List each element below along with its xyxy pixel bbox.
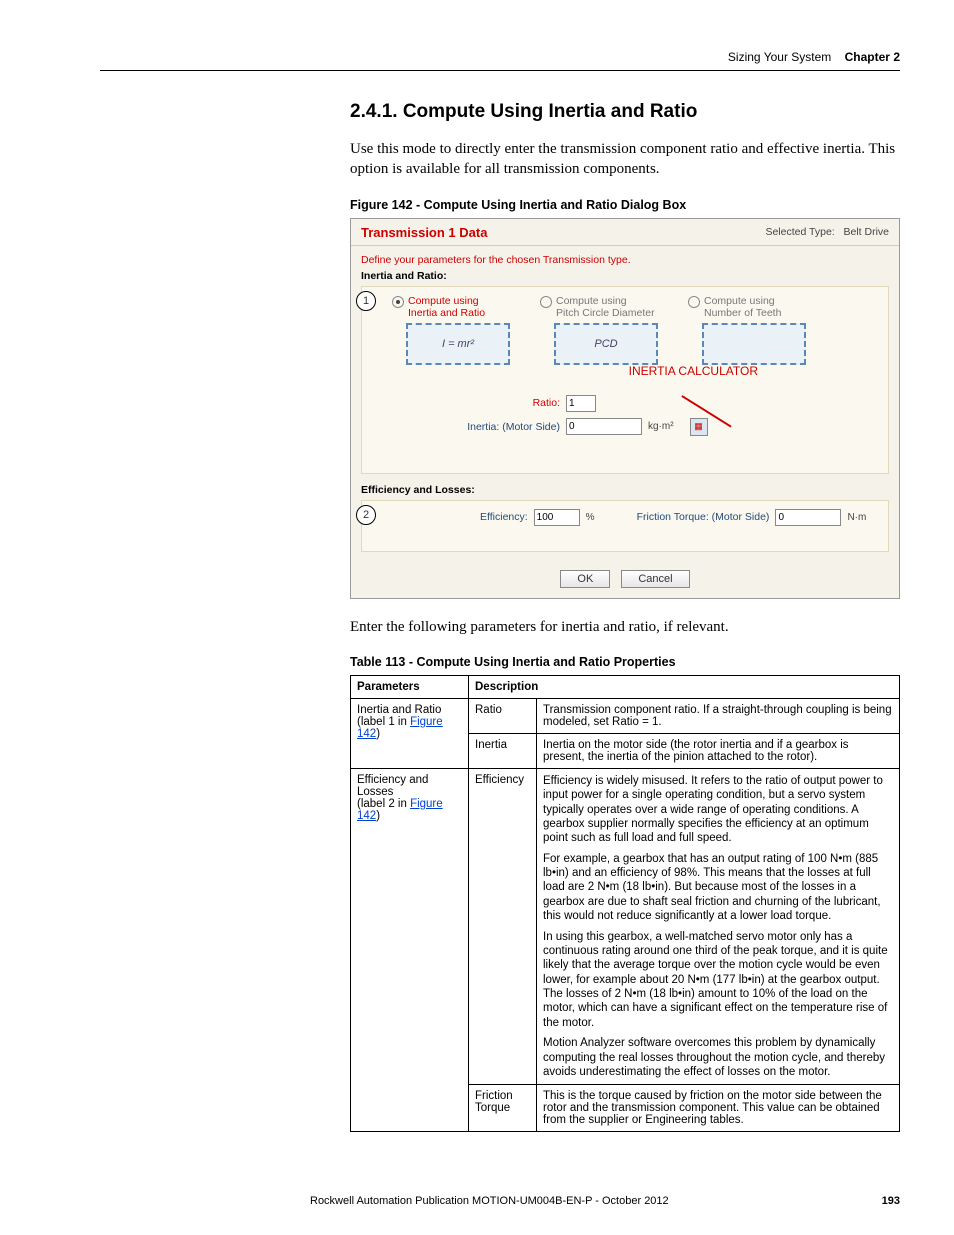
footer-publication: Rockwell Automation Publication MOTION-U… xyxy=(310,1195,669,1207)
intro-paragraph: Use this mode to directly enter the tran… xyxy=(350,139,900,180)
selected-type-label: Selected Type: xyxy=(765,226,834,238)
row-inertia-name: Inertia xyxy=(469,733,537,768)
ok-button[interactable]: OK xyxy=(560,570,610,588)
row-inertia-desc: Inertia on the motor side (the rotor ine… xyxy=(537,733,900,768)
param-efficiency-losses: Efficiency and Losses (label 2 in Figure… xyxy=(351,768,469,1132)
dialog-box: Transmission 1 Data Selected Type: Belt … xyxy=(350,218,900,599)
row-friction-desc: This is the torque caused by friction on… xyxy=(537,1085,900,1132)
mode-inertia-ratio-label: Compute using Inertia and Ratio xyxy=(408,295,485,319)
mode-pcd-label: Compute using Pitch Circle Diameter xyxy=(556,295,655,319)
properties-table: Parameters Description Inertia and Ratio… xyxy=(350,675,900,1133)
param-inertia-ratio: Inertia and Ratio (label 1 in Figure 142… xyxy=(351,698,469,768)
efficiency-unit: % xyxy=(586,512,595,523)
ratio-label: Ratio: xyxy=(450,397,560,409)
dialog-instruction: Define your parameters for the chosen Tr… xyxy=(351,246,899,268)
inertia-calc-annotation: INERTIA CALCULATOR xyxy=(629,365,758,378)
efficiency-input[interactable] xyxy=(534,509,580,526)
post-figure-text: Enter the following parameters for inert… xyxy=(350,617,900,637)
callout-2: 2 xyxy=(356,505,376,525)
col-parameters: Parameters xyxy=(351,675,469,698)
header-section: Sizing Your System xyxy=(728,50,831,64)
callout-1: 1 xyxy=(356,291,376,311)
row-efficiency-desc: Efficiency is widely misused. It refers … xyxy=(537,768,900,1085)
mode-teeth-label: Compute using Number of Teeth xyxy=(704,295,781,319)
friction-torque-label: Friction Torque: (Motor Side) xyxy=(637,511,770,523)
inertia-label: Inertia: (Motor Side) xyxy=(450,421,560,433)
cancel-button[interactable]: Cancel xyxy=(621,570,689,588)
selected-type-value: Belt Drive xyxy=(843,226,889,238)
inertia-unit: kg·m² xyxy=(648,421,674,432)
row-ratio-desc: Transmission component ratio. If a strai… xyxy=(537,698,900,733)
section-efficiency-label: Efficiency and Losses: xyxy=(351,482,899,500)
footer-page-number: 193 xyxy=(882,1195,900,1207)
row-efficiency-name: Efficiency xyxy=(469,768,537,1085)
section-heading: 2.4.1. Compute Using Inertia and Ratio xyxy=(350,101,900,123)
section-inertia-label: Inertia and Ratio: xyxy=(351,268,899,286)
mode-teeth-thumb xyxy=(702,323,806,365)
mode-inertia-thumb: I = mr² xyxy=(406,323,510,365)
dialog-title: Transmission 1 Data xyxy=(361,225,487,240)
figure-caption: Figure 142 - Compute Using Inertia and R… xyxy=(350,198,900,212)
row-friction-name: Friction Torque xyxy=(469,1085,537,1132)
radio-inertia-ratio[interactable] xyxy=(392,296,404,308)
row-ratio-name: Ratio xyxy=(469,698,537,733)
friction-torque-input[interactable] xyxy=(775,509,841,526)
efficiency-label: Efficiency: xyxy=(480,511,528,523)
inertia-calculator-button[interactable]: ▦ xyxy=(690,418,708,436)
mode-pcd-thumb: PCD xyxy=(554,323,658,365)
radio-pcd[interactable] xyxy=(540,296,552,308)
inertia-input[interactable] xyxy=(566,418,642,435)
ratio-input[interactable] xyxy=(566,395,596,412)
radio-teeth[interactable] xyxy=(688,296,700,308)
header-rule xyxy=(100,70,900,71)
col-description: Description xyxy=(469,675,900,698)
table-caption: Table 113 - Compute Using Inertia and Ra… xyxy=(350,655,900,669)
header-chapter: Chapter 2 xyxy=(845,50,900,64)
friction-torque-unit: N·m xyxy=(847,512,866,523)
